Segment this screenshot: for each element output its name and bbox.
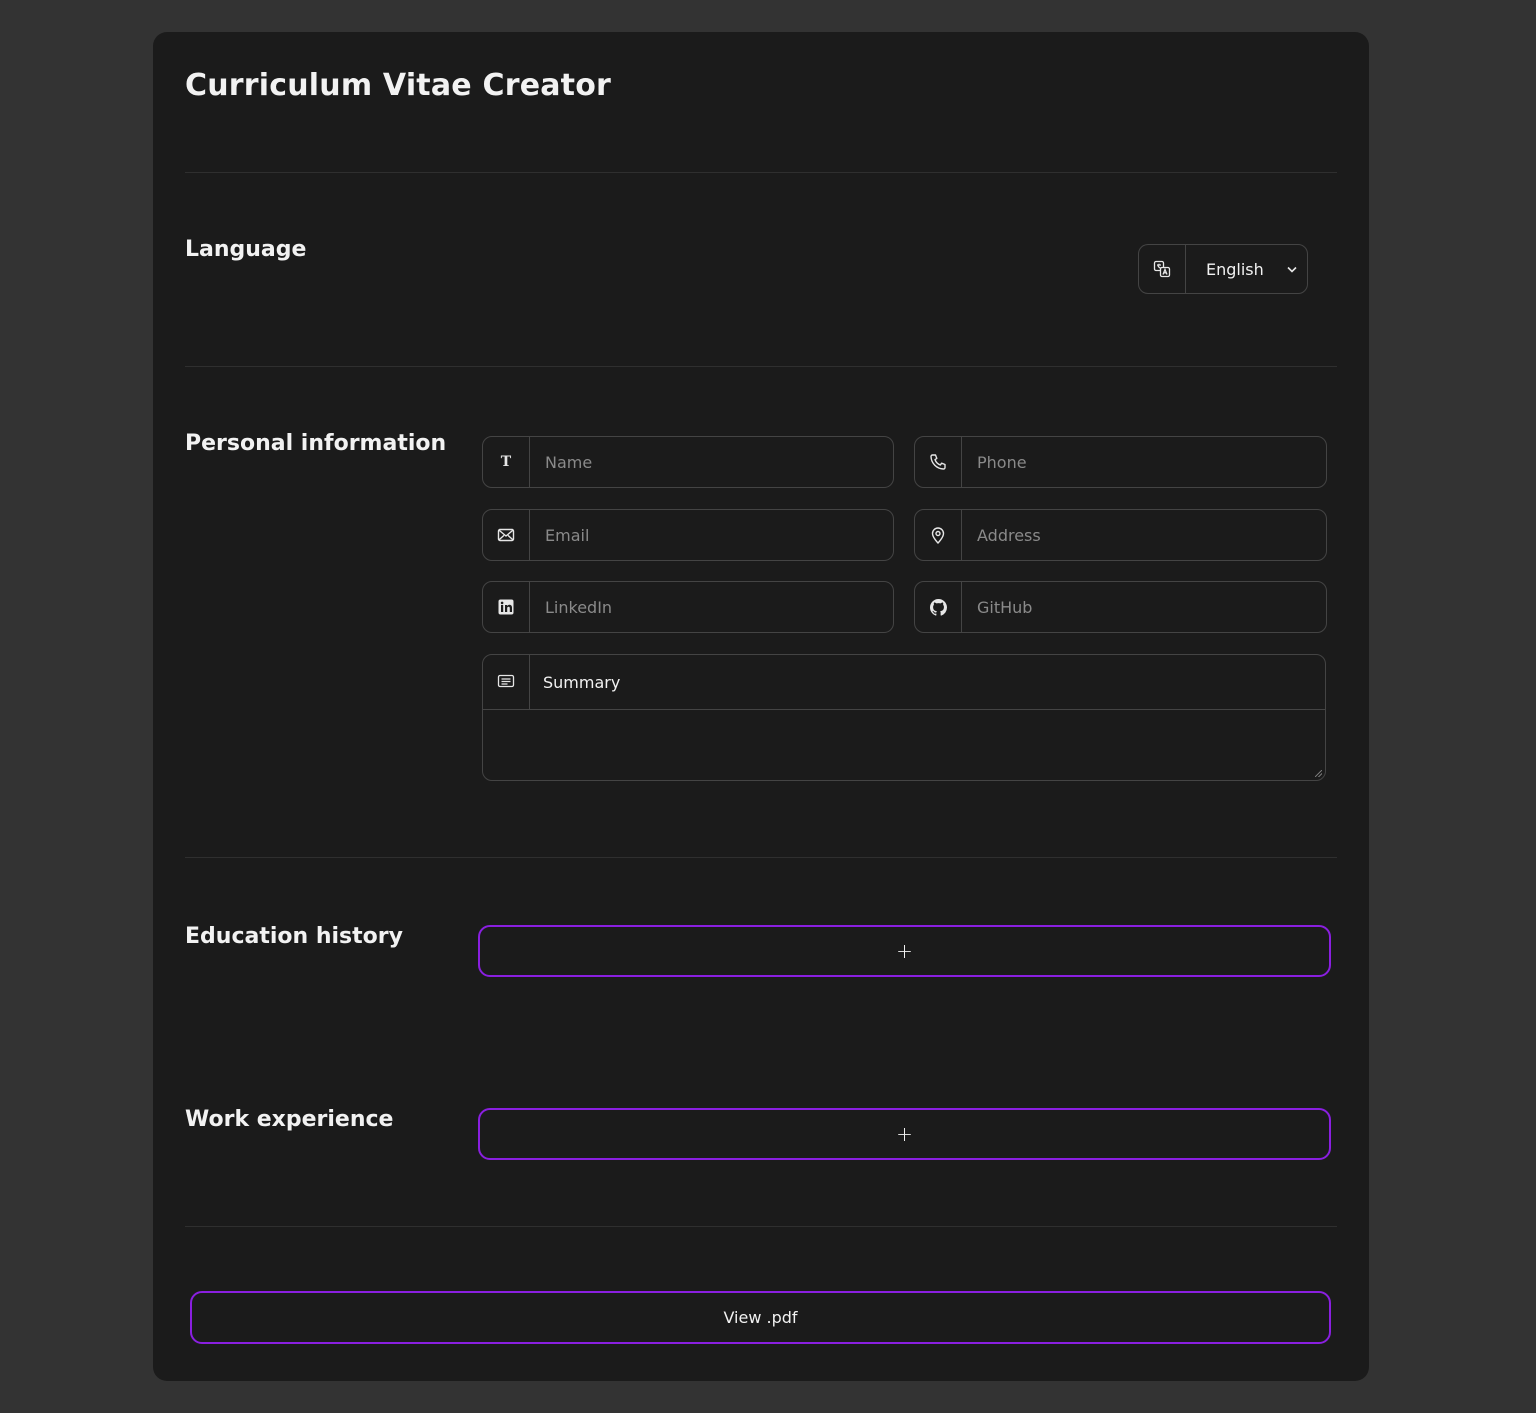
chevron-down-icon [1287,266,1297,273]
language-select[interactable]: English [1186,245,1307,293]
phone-icon [915,437,962,487]
name-input[interactable] [530,437,893,487]
envelope-icon [483,510,530,560]
map-pin-icon [915,510,962,560]
github-field[interactable] [914,581,1327,633]
phone-field[interactable] [914,436,1327,488]
summary-header: Summary [483,655,1325,710]
divider [185,366,1337,367]
text-icon: T [483,437,530,487]
email-input[interactable] [530,510,893,560]
work-experience-heading: Work experience [185,1107,394,1132]
divider [185,1226,1337,1227]
address-field[interactable] [914,509,1327,561]
language-selected-value: English [1206,259,1264,279]
education-heading: Education history [185,924,403,949]
phone-input[interactable] [962,437,1326,487]
summary-field[interactable]: Summary [482,654,1326,781]
translate-icon [1139,245,1186,293]
language-select-group[interactable]: English [1138,244,1308,294]
resize-handle[interactable] [1315,770,1322,777]
view-pdf-button[interactable]: View .pdf [190,1291,1331,1344]
summary-label: Summary [543,672,621,692]
divider [185,172,1337,173]
personal-info-heading: Personal information [185,431,447,456]
cv-creator-card: Curriculum Vitae Creator Language Englis… [153,32,1369,1381]
name-field[interactable]: T [482,436,894,488]
github-icon [915,582,962,632]
email-field[interactable] [482,509,894,561]
add-work-experience-button[interactable]: + [478,1108,1331,1160]
language-heading: Language [185,237,307,262]
page-title: Curriculum Vitae Creator [185,68,612,103]
divider [185,857,1337,858]
linkedin-icon [483,582,530,632]
address-input[interactable] [962,510,1326,560]
message-icon [483,655,530,709]
summary-textarea[interactable] [483,710,1325,780]
add-education-button[interactable]: + [478,925,1331,977]
github-input[interactable] [962,582,1326,632]
linkedin-field[interactable] [482,581,894,633]
linkedin-input[interactable] [530,582,893,632]
